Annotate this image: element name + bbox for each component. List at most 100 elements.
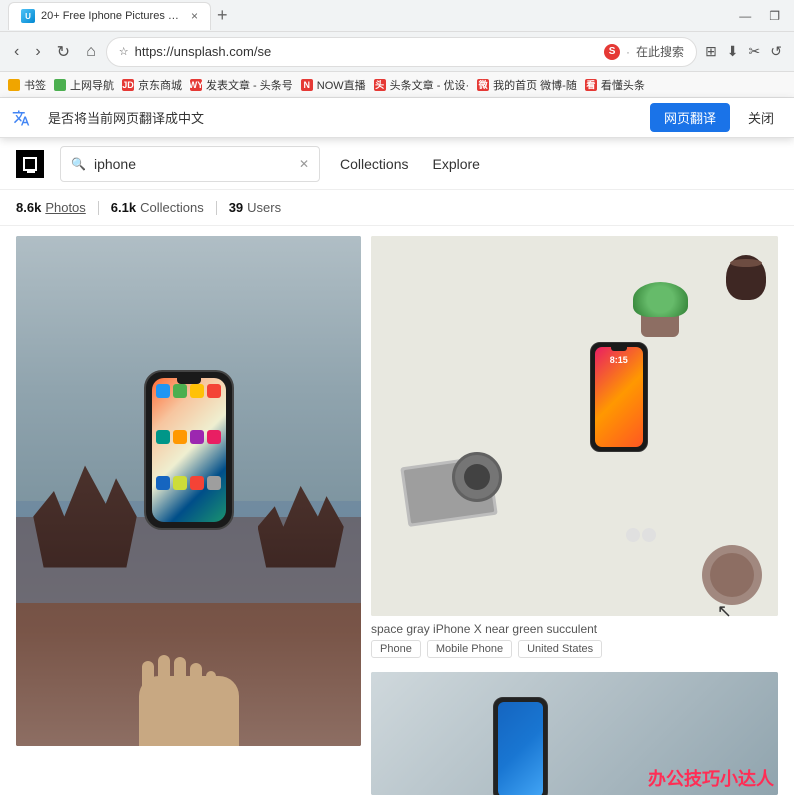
translation-bar: 是否将当前网页翻译成中文 网页翻译 关闭 xyxy=(0,98,794,138)
stat-photos-label: Photos xyxy=(45,200,85,215)
photo-grid: 8:15 xyxy=(0,226,794,805)
window-controls: — ❐ xyxy=(733,7,786,25)
photo-item-left-main[interactable] xyxy=(16,236,361,746)
address-bar-row: ‹ › ↻ ⌂ ☆ https://unsplash.com/se S · 在此… xyxy=(0,32,794,72)
bookmark-favicon-kandong: 看 xyxy=(585,79,597,91)
grid-icon[interactable]: ⊞ xyxy=(701,39,721,64)
stat-users-label: Users xyxy=(247,200,281,215)
app-icon-2 xyxy=(173,384,187,398)
tag-mobile-phone[interactable]: Mobile Phone xyxy=(427,640,512,658)
bookmark-item-nav[interactable]: 上网导航 xyxy=(54,77,114,93)
unsplash-logo[interactable] xyxy=(16,150,44,178)
translation-prompt-text: 是否将当前网页翻译成中文 xyxy=(48,108,640,127)
finger-3 xyxy=(174,657,186,691)
app-icon-10 xyxy=(173,476,187,490)
stat-collections-label: Collections xyxy=(140,200,204,215)
app-icon-8 xyxy=(207,430,221,444)
bookmark-item-youset[interactable]: 头 头条文章 - 优设· xyxy=(374,77,469,93)
bookmark-label: 发表文章 - 头条号 xyxy=(206,77,293,93)
unsplash-logo-inner xyxy=(23,157,37,171)
separator-icon: · xyxy=(626,45,630,59)
bookmark-label: 书签 xyxy=(24,77,46,93)
flatlay-bg: 8:15 xyxy=(371,236,778,616)
bookmark-favicon-bookmarks xyxy=(8,79,20,91)
address-bar[interactable]: ☆ https://unsplash.com/se S · 在此搜索 xyxy=(106,37,697,67)
app-icon-9 xyxy=(156,476,170,490)
page-content: 🔍 iphone ✕ Collections Explore 8.6k Phot… xyxy=(0,138,794,807)
stat-collections[interactable]: 6.1k Collections xyxy=(111,200,204,215)
tab-collections[interactable]: Collections xyxy=(336,156,412,172)
tab-close-button[interactable]: × xyxy=(191,9,198,23)
title-bar: U 20+ Free Iphone Pictures on Uns... × +… xyxy=(0,0,794,32)
bookmark-item-toutiao[interactable]: WY 发表文章 - 头条号 xyxy=(190,77,293,93)
coffee-surface xyxy=(730,259,762,267)
search-input-value[interactable]: iphone xyxy=(94,156,291,172)
cut-icon[interactable]: ✂ xyxy=(745,39,765,64)
browser-tab[interactable]: U 20+ Free Iphone Pictures on Uns... × xyxy=(8,2,211,30)
photo-item-top-right: 8:15 xyxy=(371,236,778,662)
iphone-flatlay: 8:15 xyxy=(590,342,648,452)
iphone-flatlay-screen: 8:15 xyxy=(595,347,643,447)
cork-mat xyxy=(702,545,762,605)
hand-palm xyxy=(139,676,239,746)
tab-favicon: U xyxy=(21,9,35,23)
photo-caption: space gray iPhone X near green succulent… xyxy=(371,616,778,662)
bookmark-label: 京东商城 xyxy=(138,77,182,93)
new-tab-button[interactable]: + xyxy=(217,5,228,26)
bookmark-item-weibo[interactable]: 微 我的首页 微博-随 xyxy=(477,77,577,93)
reload-button[interactable]: ↻ xyxy=(51,38,76,66)
cork-mat-inner xyxy=(710,553,754,597)
iphone-bottom xyxy=(493,697,548,795)
bookmark-favicon-toutiao: WY xyxy=(190,79,202,91)
bookmark-item-kandong[interactable]: 看 看懂头条 xyxy=(585,77,645,93)
bookmark-label: NOW直播 xyxy=(317,77,366,93)
tag-united-states[interactable]: United States xyxy=(518,640,602,658)
back-button[interactable]: ‹ xyxy=(8,39,25,65)
app-icon-1 xyxy=(156,384,170,398)
bookmark-favicon-now: N xyxy=(301,79,313,91)
app-icon-12 xyxy=(207,476,221,490)
search-bar[interactable]: 🔍 iphone ✕ xyxy=(60,146,320,182)
stat-collections-count: 6.1k xyxy=(111,200,136,215)
translate-icon xyxy=(12,109,30,127)
app-icon-11 xyxy=(190,476,204,490)
stat-photos[interactable]: 8.6k Photos xyxy=(16,200,86,215)
bookmark-item-bookmarks[interactable]: 书签 xyxy=(8,77,46,93)
home-button[interactable]: ⌂ xyxy=(80,39,102,65)
bookmark-label: 头条文章 - 优设· xyxy=(390,77,469,93)
bookmark-favicon-weibo: 微 xyxy=(477,79,489,91)
iphone-bottom-screen xyxy=(498,702,543,795)
forward-button[interactable]: › xyxy=(29,39,46,65)
bookmark-label: 我的首页 微博-随 xyxy=(493,77,577,93)
tab-explore[interactable]: Explore xyxy=(428,156,483,172)
stat-users[interactable]: 39 Users xyxy=(229,200,281,215)
download-icon[interactable]: ⬇ xyxy=(723,39,743,64)
watermark: 办公技巧小达人 xyxy=(648,765,774,791)
camera-lens-inner xyxy=(464,464,490,490)
bookmark-favicon-youset: 头 xyxy=(374,79,386,91)
caption-tags: Phone Mobile Phone United States xyxy=(371,640,778,658)
stat-divider-1 xyxy=(98,201,99,215)
bookmark-favicon-nav xyxy=(54,79,66,91)
earbud-right xyxy=(642,528,656,542)
tab-bar: U 20+ Free Iphone Pictures on Uns... × + xyxy=(8,0,733,31)
unsplash-header: 🔍 iphone ✕ Collections Explore xyxy=(0,138,794,190)
search-clear-button[interactable]: ✕ xyxy=(299,157,309,171)
photo-column-left xyxy=(16,236,361,795)
star-icon: ☆ xyxy=(119,45,129,58)
minimize-button[interactable]: — xyxy=(733,7,757,25)
close-translation-button[interactable]: 关闭 xyxy=(740,104,782,131)
bookmark-item-now[interactable]: N NOW直播 xyxy=(301,77,366,93)
finger-5 xyxy=(206,671,216,691)
finger-4 xyxy=(190,663,202,691)
tag-phone[interactable]: Phone xyxy=(371,640,421,658)
iphone-screen xyxy=(152,378,226,522)
translate-button[interactable]: 网页翻译 xyxy=(650,103,730,132)
back-rotate-icon[interactable]: ↺ xyxy=(766,39,786,64)
photo-top-right-image[interactable]: 8:15 xyxy=(371,236,778,616)
coffee-cup xyxy=(726,255,766,300)
search-icon: 🔍 xyxy=(71,157,86,171)
bookmark-item-jd[interactable]: JD 京东商城 xyxy=(122,77,182,93)
restore-button[interactable]: ❐ xyxy=(763,7,786,25)
iphone-floating xyxy=(144,370,234,530)
